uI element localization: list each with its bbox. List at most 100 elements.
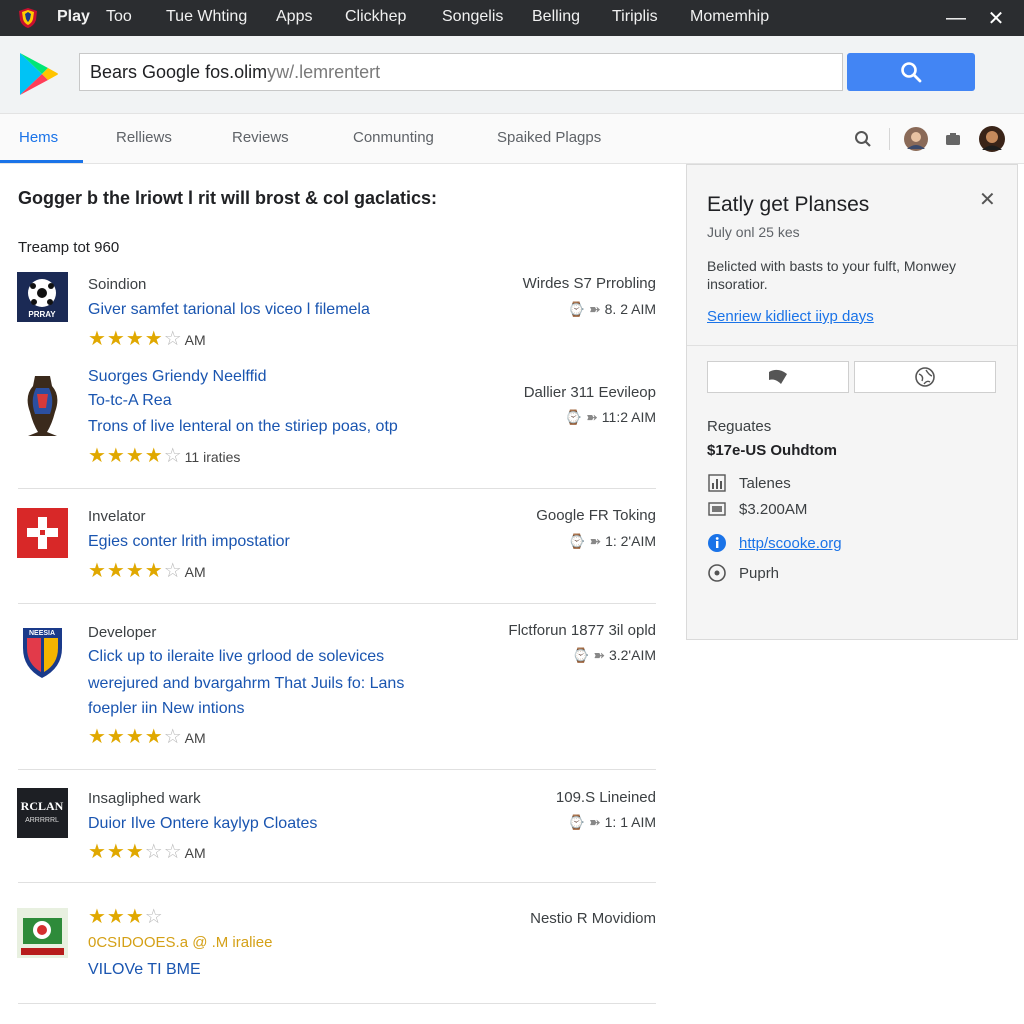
item-title[interactable]: Egies conter lrith impostatior	[88, 533, 290, 551]
play-store-logo-icon	[20, 53, 58, 95]
calendar-icon: ⌚	[567, 814, 586, 830]
profile-avatar[interactable]	[979, 126, 1005, 152]
shield-logo-icon	[19, 8, 37, 28]
close-icon[interactable]: ✕	[979, 187, 996, 212]
results-count: Treamp tot 960	[18, 239, 120, 256]
panel-price: $17e-US Ouhdtom	[707, 442, 838, 459]
thumb-sublabel: ARRRRRL	[25, 817, 59, 824]
item-meta: Nestio R Movidiom	[530, 910, 656, 927]
calendar-icon: ⌚	[564, 409, 583, 425]
app-thumbnail-icon	[17, 908, 68, 958]
item-title[interactable]: Trons of live lenteral on the stiriep po…	[88, 418, 398, 436]
rating-note: 11 iraties	[184, 449, 241, 465]
list-item[interactable]: NEESIA Developer Click up to ileraite li…	[0, 620, 660, 752]
item-title[interactable]: VILOVe TI BME	[88, 961, 201, 979]
tab-reviews[interactable]: Reviews	[232, 129, 289, 146]
tab-hems[interactable]: Hems	[19, 129, 58, 146]
tab-spaiked-plagps[interactable]: Spaiked Plagps	[497, 129, 601, 146]
item-title[interactable]: werejured and bvargahrm That Juils fo: L…	[88, 675, 404, 693]
rating-note: AM	[184, 564, 206, 580]
menu-item-tue-whting[interactable]: Tue Whting	[166, 8, 247, 26]
menu-item-clickhep[interactable]: Clickhep	[345, 8, 406, 26]
calendar-icon: ⌚	[568, 533, 586, 549]
item-title[interactable]: Click up to ileraite live grlood de sole…	[88, 648, 384, 666]
panel-description: Belicted with basts to your fulft, Monwe…	[707, 258, 956, 292]
item-category: Invelator	[88, 508, 146, 525]
active-tab-indicator	[0, 160, 83, 163]
avatar[interactable]	[903, 126, 929, 152]
panel-row[interactable]: http/scooke.org	[707, 532, 842, 554]
item-subtitle: 0CSIDOOES.a @ .M iraliee	[88, 934, 273, 951]
menu-item-momemhip[interactable]: Momemhip	[690, 8, 769, 26]
rating-note: AM	[184, 730, 206, 746]
panel-row: Talenes	[707, 472, 791, 494]
tab-conmunting[interactable]: Conmunting	[353, 129, 434, 146]
rating-note: AM	[184, 845, 206, 861]
panel-row-text: Puprh	[739, 564, 780, 582]
divider	[687, 345, 1017, 346]
star-rating: ★★★☆☆ AM	[88, 841, 206, 863]
list-item[interactable]: ★★★☆ 0CSIDOOES.a @ .M iraliee VILOVe TI …	[0, 900, 660, 1000]
thumb-label: NEESIA	[29, 630, 55, 637]
search-icon[interactable]	[850, 126, 876, 152]
panel-date: July onl 25 kes	[707, 224, 800, 240]
menu-item-apps[interactable]: Apps	[276, 8, 312, 26]
divider	[18, 1003, 656, 1004]
search-input-suffix: yw/.lemrentert	[267, 61, 381, 82]
calendar-icon: ⌚	[572, 647, 590, 663]
item-title[interactable]: foepler iin New intions	[88, 700, 245, 718]
flag-button[interactable]	[707, 361, 849, 393]
panel-url-link: http/scooke.org	[739, 534, 842, 552]
item-title[interactable]: Suorges Griendy Neelffid	[88, 368, 266, 386]
panel-row-text: $3.200AM	[739, 500, 808, 518]
divider	[18, 882, 656, 883]
app-thumbnail-icon: RCLAN ARRRRRL	[17, 788, 68, 838]
list-item[interactable]: RCLAN ARRRRRL Insagliphed wark Duior Ilv…	[0, 788, 660, 878]
rating-note: AM	[184, 332, 206, 348]
close-window-button[interactable]: ✕	[982, 4, 1010, 32]
menu-item-tiriplis[interactable]: Tiriplis	[612, 8, 658, 26]
item-category: Developer	[88, 624, 157, 641]
flag-icon	[769, 369, 787, 384]
list-item[interactable]: Invelator Egies conter lrith impostatior…	[0, 506, 660, 596]
item-meta: Flctforun 1877 3il opld	[508, 622, 656, 639]
search-input-text: Bears Google fos.olim	[90, 61, 268, 82]
item-category: Soindion	[88, 276, 147, 293]
divider	[18, 603, 656, 604]
search-input[interactable]: Bears Google fos.olim yw/.lemrentert	[79, 53, 843, 91]
search-icon	[901, 62, 922, 83]
star-rating: ★★★★☆ AM	[88, 560, 206, 582]
list-item[interactable]: PRRAY Soindion Giver samfet tarional los…	[0, 270, 660, 360]
camera-icon[interactable]	[940, 126, 966, 152]
chart-icon	[707, 473, 727, 493]
tab-bar: Hems Relliews Reviews Conmunting Spaiked…	[0, 114, 1024, 164]
search-button[interactable]	[847, 53, 975, 91]
globe-button[interactable]	[854, 361, 996, 393]
panel-row-text: Talenes	[739, 474, 791, 492]
menu-item-songelis[interactable]: Songelis	[442, 8, 503, 26]
menu-item-play[interactable]: Play	[57, 8, 90, 26]
info-icon	[707, 533, 727, 553]
item-title[interactable]: Duior Ilve Ontere kaylyp Cloates	[88, 815, 317, 833]
list-item[interactable]: Suorges Griendy Neelffid To-tc-A Rea Tro…	[0, 366, 660, 476]
item-category: Insagliphed wark	[88, 790, 201, 807]
star-rating: ★★★★☆ 11 iraties	[88, 445, 241, 467]
item-title[interactable]: To-tc-A Rea	[88, 392, 172, 410]
menu-item-belling[interactable]: Belling	[532, 8, 580, 26]
calendar-icon: ⌚	[567, 301, 586, 317]
item-meta: Google FR Toking	[536, 507, 656, 524]
minimize-button[interactable]: —	[942, 4, 970, 32]
star-rating: ★★★★☆ AM	[88, 726, 206, 748]
item-time: ⌚ ➽ 1: 2'AIM	[568, 533, 656, 549]
info-panel: Eatly get Planses ✕ July onl 25 kes Beli…	[686, 164, 1018, 640]
tag-icon	[707, 499, 727, 519]
star-rating: ★★★★☆ AM	[88, 328, 206, 350]
app-thumbnail-icon: PRRAY	[17, 272, 68, 322]
tab-relliews[interactable]: Relliews	[116, 129, 172, 146]
panel-link[interactable]: Senriew kidliect iiyp days	[707, 308, 874, 325]
item-title[interactable]: Giver samfet tarional los viceo l fileme…	[88, 301, 370, 319]
item-time: ⌚ ➽ 1: 1 AIM	[567, 814, 656, 830]
panel-row: Puprh	[707, 562, 779, 584]
menu-item-too[interactable]: Too	[106, 8, 132, 26]
toolbar-divider	[889, 128, 890, 150]
